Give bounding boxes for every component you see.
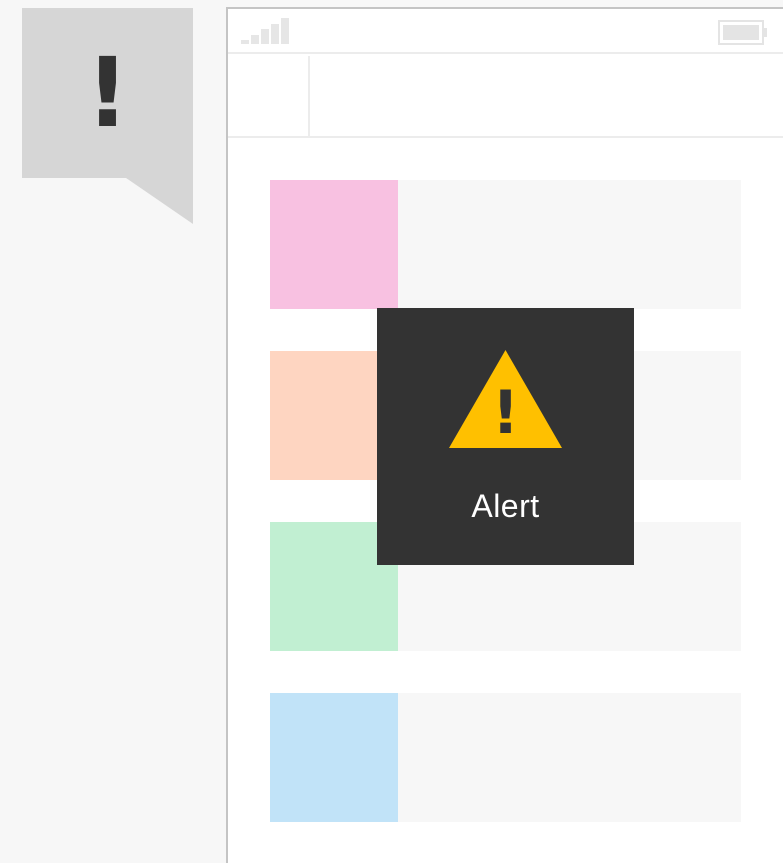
warning-exclamation-mark: ! [492,378,519,448]
alert-toast[interactable]: ! Alert [377,308,634,565]
nav-bar [228,56,783,138]
list-item[interactable] [270,693,741,822]
nav-back-button[interactable] [228,56,310,136]
status-bar [228,9,783,54]
battery-icon [718,20,767,45]
list-item-thumbnail [270,693,398,822]
bubble-exclamation-mark: ! [85,37,130,149]
list-item[interactable] [270,180,741,309]
exclamation-bubble-icon: ! [22,8,193,178]
alert-label: Alert [471,488,540,524]
list-item-thumbnail [270,180,398,309]
signal-strength-icon [241,18,289,44]
warning-triangle-icon: ! [449,350,562,448]
